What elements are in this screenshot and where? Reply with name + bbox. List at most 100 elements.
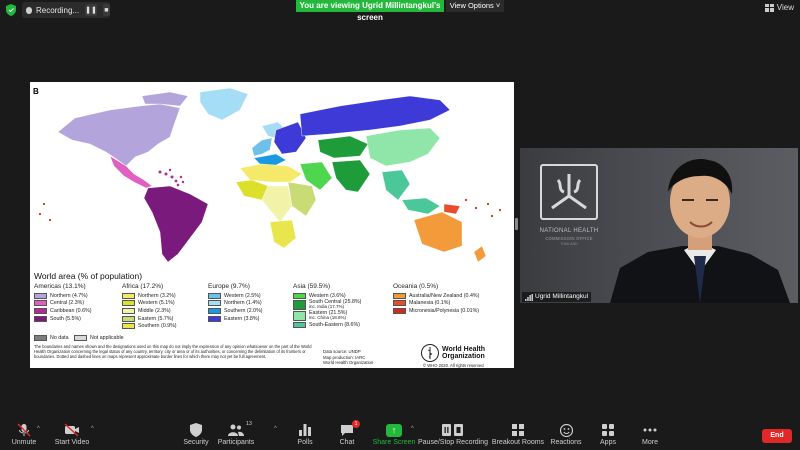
legend-swatch — [122, 307, 135, 314]
stop-icon[interactable]: ■ — [102, 4, 110, 16]
panel-splitter[interactable] — [515, 218, 518, 230]
more-icon — [643, 422, 657, 438]
legend-group-americas: Americas (13.1%) Northern (4.7%) Central… — [34, 283, 92, 322]
muted-microphone-icon — [17, 422, 31, 438]
participant-person — [610, 159, 790, 303]
share-screen-button[interactable]: ↑ Share Screen — [362, 422, 426, 446]
legend-swatch — [74, 335, 87, 341]
participant-name-tag: Ugrid Millintangkul — [522, 292, 592, 302]
legend-group-title: Asia (59.5%) — [293, 283, 331, 290]
recording-label: Recording... — [35, 5, 80, 15]
legend-swatch — [34, 315, 47, 322]
org-name: NATIONAL HEALTH — [539, 228, 599, 234]
who-emblem-icon — [421, 344, 439, 362]
video-off-icon — [64, 422, 80, 438]
legend-item: Northern (1.4%) — [208, 300, 263, 308]
copyright: © WHO 2020. All rights reserved — [423, 363, 484, 368]
legend-item: Western (5.1%) — [122, 300, 177, 308]
video-options-caret[interactable]: ^ — [91, 426, 94, 432]
legend-swatch — [122, 323, 135, 330]
polls-icon — [299, 422, 311, 438]
legend-group-title: Americas (13.1%) — [34, 283, 86, 290]
reactions-icon — [559, 422, 573, 438]
legend-not-applicable: Not applicable — [74, 335, 124, 341]
apps-icon — [602, 422, 614, 438]
shield-icon[interactable] — [6, 4, 16, 16]
legend-swatch — [393, 292, 406, 299]
pause-stop-recording-button[interactable]: Pause/Stop Recording — [418, 422, 488, 446]
participant-count: 13 — [245, 421, 252, 427]
chat-icon: 1 — [340, 420, 360, 438]
legend-item: Southern (2.0%) — [208, 307, 263, 315]
view-label: View — [776, 3, 794, 12]
legend-group-oceania: Oceania (0.5%) Australia/New Zealand (0.… — [393, 283, 479, 315]
legend-swatch — [208, 307, 221, 314]
legend-swatch — [393, 300, 406, 307]
legend-item: Caribbean (0.6%) — [34, 307, 92, 315]
legend-swatch — [34, 292, 47, 299]
legend-group-title: Oceania (0.5%) — [393, 283, 439, 290]
start-video-button[interactable]: Start Video — [40, 422, 104, 446]
participant-video[interactable]: NATIONAL HEALTH COMMISSION OFFICE THAILA… — [520, 148, 798, 303]
legend-swatch — [122, 315, 135, 322]
legend-item: Southern (0.9%) — [122, 322, 177, 330]
who-name: World Health Organization — [442, 345, 486, 360]
legend-item: Middle (2.3%) — [122, 307, 177, 315]
view-button[interactable]: View — [764, 3, 794, 12]
breakout-rooms-icon — [512, 422, 524, 438]
legend-item: Northern (4.7%) — [34, 292, 92, 300]
who-logo: World Health Organization — [421, 344, 485, 362]
share-options-caret[interactable]: ^ — [411, 426, 414, 432]
nho-logo-icon — [540, 164, 598, 220]
viewing-screen-banner: You are viewing Ugrid Millintangkul's sc… — [296, 0, 444, 22]
legend-item: Malanesia (0.1%) — [393, 300, 479, 308]
legend-swatch — [208, 300, 221, 307]
legend-swatch — [293, 311, 306, 322]
legend-swatch — [34, 335, 47, 341]
legend-swatch — [293, 292, 306, 299]
legend-swatch — [208, 315, 221, 322]
shield-icon — [190, 422, 202, 438]
legend-swatch — [293, 322, 306, 329]
org-subtitle: COMMISSION OFFICE — [545, 236, 593, 241]
legend-item: Australia/New Zealand (0.4%) — [393, 292, 479, 300]
legend-item: Northern (3.2%) — [122, 292, 177, 300]
panel-letter: B — [33, 87, 39, 96]
pause-icon[interactable]: ❚❚ — [85, 4, 97, 16]
legend-swatch — [122, 300, 135, 307]
data-source: Data source: UNDP Map production: IARC W… — [323, 349, 374, 365]
legend-group-title: Europe (9.7%) — [208, 283, 250, 290]
legend-item: South (5.5%) — [34, 315, 92, 323]
signal-icon — [525, 293, 533, 301]
world-map — [38, 87, 502, 263]
more-button[interactable]: More — [618, 422, 682, 446]
legend-item: Eastern (5.7%) — [122, 315, 177, 323]
legend-group-europe: Europe (9.7%) Western (2.5%) Northern (1… — [208, 283, 263, 322]
legend-item: Eastern (21.5%) inc. China (18.6%) — [293, 310, 361, 322]
map-disclaimer: The boundaries and names shown and the d… — [34, 344, 312, 360]
zoom-meeting-window: Recording... ❚❚ ■ You are viewing Ugrid … — [0, 0, 800, 450]
legend-swatch — [34, 307, 47, 314]
legend-item: Central (2.3%) — [34, 300, 92, 308]
legend-swatch — [393, 307, 406, 314]
legend-item: Micronesia/Polynesia (0.01%) — [393, 307, 479, 315]
legend-group-asia: Asia (59.5%) Western (3.6%) South Centra… — [293, 283, 361, 329]
view-options-button[interactable]: View Options ˅ — [446, 0, 504, 12]
shared-screen[interactable]: B World area (% of population) Americas … — [30, 82, 514, 368]
participants-button[interactable]: 13 Participants — [204, 421, 268, 446]
legend-item: South-Eastern (8.6%) — [293, 322, 361, 330]
end-meeting-button[interactable]: End — [762, 429, 792, 443]
legend-item: Western (2.5%) — [208, 292, 263, 300]
chat-badge: 1 — [352, 420, 360, 428]
legend-swatch — [122, 292, 135, 299]
meeting-toolbar: Unmute ^ Start Video ^ Security 13 Parti… — [0, 420, 800, 450]
legend-title: World area (% of population) — [34, 271, 143, 281]
legend-swatch — [293, 300, 306, 311]
legend-item: Eastern (3.8%) — [208, 315, 263, 323]
share-screen-icon: ↑ — [386, 422, 402, 438]
legend-group-africa: Africa (17.2%) Northern (3.2%) Western (… — [122, 283, 177, 330]
participants-icon: 13 — [228, 421, 252, 438]
legend-swatch — [34, 300, 47, 307]
legend-swatch — [208, 292, 221, 299]
recording-indicator: Recording... ❚❚ ■ — [22, 2, 110, 18]
